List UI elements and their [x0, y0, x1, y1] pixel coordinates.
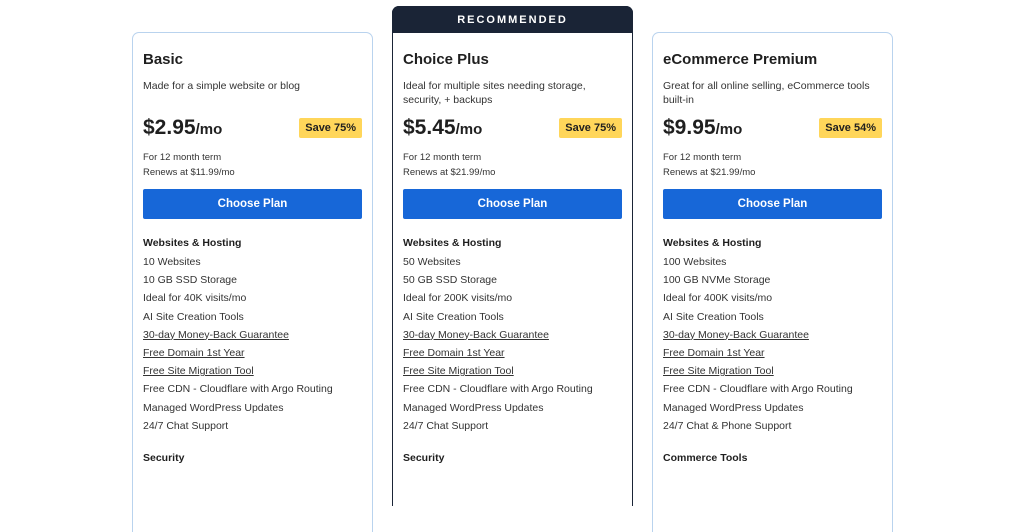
free-domain-link[interactable]: Free Domain 1st Year: [403, 344, 622, 362]
term-info: For 12 month term Renews at $11.99/mo: [143, 150, 362, 180]
feature-item: 10 Websites: [143, 256, 201, 268]
feature-item: 10 GB SSD Storage: [143, 274, 237, 287]
renewal-price: Renews at $11.99/mo: [143, 167, 235, 178]
price-row: $9.95/mo Save 54%: [663, 113, 882, 143]
price-amount: $9.95: [663, 116, 716, 139]
price-row: $5.45/mo Save 75%: [403, 113, 622, 143]
term-length: For 12 month term: [403, 152, 482, 163]
feature-item: Managed WordPress Updates: [143, 401, 284, 414]
price-row: $2.95/mo Save 75%: [143, 113, 362, 143]
plan-name: Basic: [143, 51, 184, 68]
price-amount: $5.45: [403, 116, 456, 139]
price: $9.95/mo: [663, 116, 742, 140]
feature-item: Managed WordPress Updates: [403, 401, 544, 414]
feature-item: Free CDN - Cloudflare with Argo Routing: [663, 383, 853, 396]
money-back-guarantee-link[interactable]: 30-day Money-Back Guarantee: [663, 326, 882, 344]
feature-item: 24/7 Chat Support: [403, 419, 489, 432]
feature-item: AI Site Creation Tools: [403, 310, 504, 323]
plan-card-basic: Basic Made for a simple website or blog …: [132, 32, 373, 532]
term-info: For 12 month term Renews at $21.99/mo: [403, 150, 622, 180]
feature-item: 100 GB NVMe Storage: [663, 274, 771, 287]
feature-item: Ideal for 400K visits/mo: [663, 292, 773, 305]
price-period: /mo: [195, 121, 223, 138]
feature-item: Ideal for 200K visits/mo: [403, 292, 513, 305]
site-migration-link[interactable]: Free Site Migration Tool: [663, 362, 882, 380]
feature-item: AI Site Creation Tools: [143, 310, 244, 323]
term-info: For 12 month term Renews at $21.99/mo: [663, 150, 882, 180]
plan-name: eCommerce Premium: [663, 51, 818, 68]
price-amount: $2.95: [143, 116, 196, 139]
section-title-security: Security: [403, 451, 445, 464]
choose-plan-button[interactable]: Choose Plan: [403, 189, 622, 219]
money-back-guarantee-link[interactable]: 30-day Money-Back Guarantee: [403, 326, 622, 344]
term-length: For 12 month term: [143, 152, 222, 163]
price: $5.45/mo: [403, 116, 482, 140]
feature-item: Free CDN - Cloudflare with Argo Routing: [143, 383, 333, 396]
feature-item: 24/7 Chat & Phone Support: [663, 419, 792, 432]
section-title-commerce-tools: Commerce Tools: [663, 451, 748, 464]
price-period: /mo: [715, 121, 743, 138]
feature-item: 50 GB SSD Storage: [403, 274, 497, 287]
plan-description: Made for a simple website or blog: [143, 80, 300, 92]
feature-item: 24/7 Chat Support: [143, 419, 229, 432]
save-badge: Save 54%: [819, 118, 882, 138]
price-period: /mo: [455, 121, 483, 138]
price: $2.95/mo: [143, 116, 222, 140]
feature-item: 100 Websites: [663, 256, 727, 268]
term-length: For 12 month term: [663, 152, 742, 163]
site-migration-link[interactable]: Free Site Migration Tool: [143, 362, 362, 380]
renewal-price: Renews at $21.99/mo: [663, 167, 756, 178]
feature-item: Ideal for 40K visits/mo: [143, 292, 247, 305]
money-back-guarantee-link[interactable]: 30-day Money-Back Guarantee: [143, 326, 362, 344]
free-domain-link[interactable]: Free Domain 1st Year: [663, 344, 882, 362]
features-section-title: Websites & Hosting: [143, 237, 242, 249]
feature-item: AI Site Creation Tools: [663, 310, 764, 323]
save-badge: Save 75%: [559, 118, 622, 138]
recommended-banner: RECOMMENDED: [392, 6, 633, 33]
site-migration-link[interactable]: Free Site Migration Tool: [403, 362, 622, 380]
features-section-title: Websites & Hosting: [403, 237, 502, 249]
plan-name: Choice Plus: [403, 51, 489, 68]
plan-description: Ideal for multiple sites needing storage…: [403, 80, 586, 106]
choose-plan-button[interactable]: Choose Plan: [663, 189, 882, 219]
feature-item: 50 Websites: [403, 256, 461, 268]
plan-description: Great for all online selling, eCommerce …: [663, 80, 870, 106]
feature-item: Managed WordPress Updates: [663, 401, 804, 414]
renewal-price: Renews at $21.99/mo: [403, 167, 496, 178]
choose-plan-button[interactable]: Choose Plan: [143, 189, 362, 219]
save-badge: Save 75%: [299, 118, 362, 138]
plan-card-choice-plus: RECOMMENDED Choice Plus Ideal for multip…: [392, 6, 633, 506]
feature-item: Free CDN - Cloudflare with Argo Routing: [403, 383, 593, 396]
free-domain-link[interactable]: Free Domain 1st Year: [143, 344, 362, 362]
plan-card-ecommerce-premium: eCommerce Premium Great for all online s…: [652, 32, 893, 532]
section-title-security: Security: [143, 451, 185, 464]
features-section-title: Websites & Hosting: [663, 237, 762, 249]
